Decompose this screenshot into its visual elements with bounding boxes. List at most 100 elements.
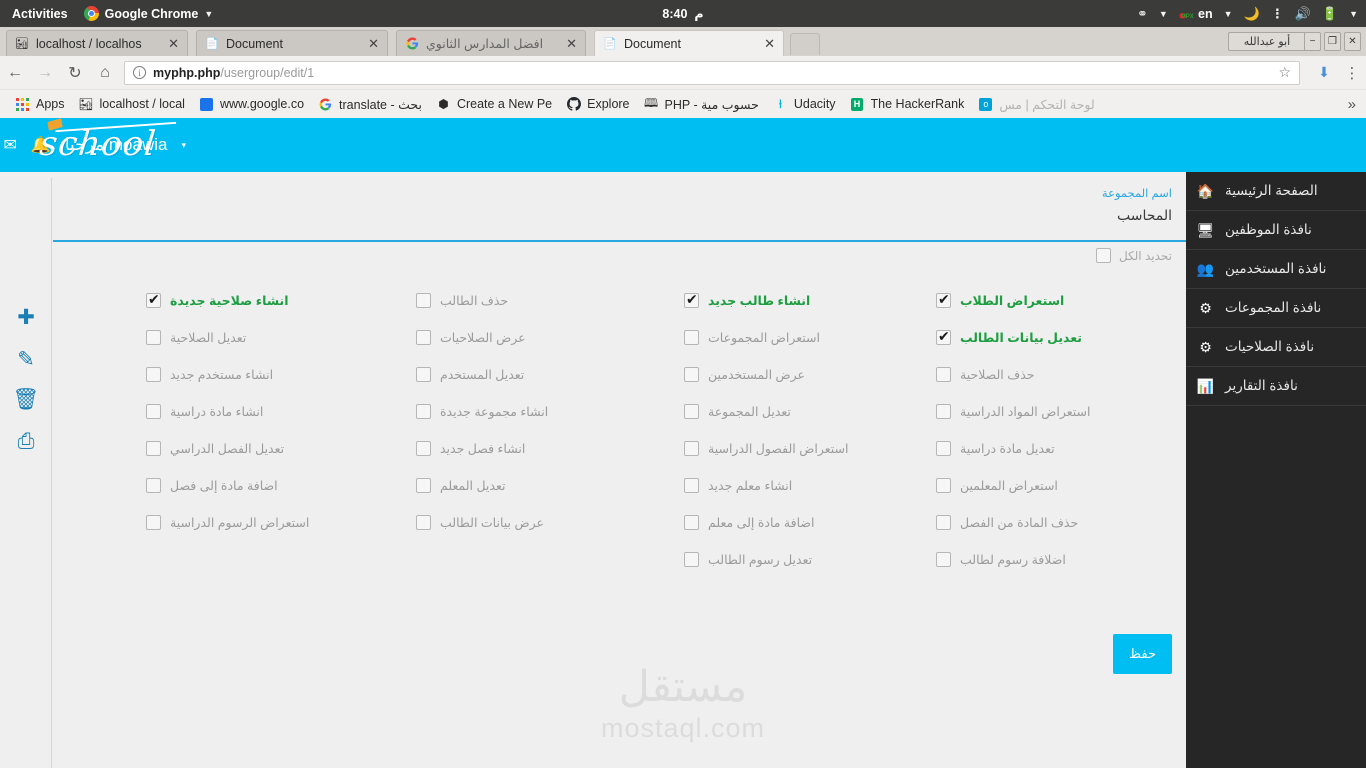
browser-tab-active[interactable]: 📄 Document ✕ [594,30,784,56]
permission-row[interactable]: تعديل الفصل الدراسي [146,430,396,467]
permission-checkbox[interactable] [416,367,431,382]
maximize-button[interactable]: ❐ [1324,32,1341,51]
permission-checkbox[interactable] [684,478,699,493]
permission-row[interactable]: استعراض المجموعات [684,319,934,356]
permission-checkbox[interactable] [146,293,161,308]
permission-row[interactable]: استعراض الفصول الدراسية [684,430,934,467]
bookmark-item[interactable]: translate - بحث [311,97,429,112]
browser-tab[interactable]: افضل المدارس الثانوي ✕ [396,30,586,56]
bookmark-apps[interactable]: Apps [8,97,72,112]
permission-row[interactable]: استعراض الطلاب [936,282,1186,319]
bookmark-item[interactable]: www.google.co [192,97,311,112]
close-icon[interactable]: ✕ [756,36,775,52]
sidebar-item-groups[interactable]: ⚙ نافذة المجموعات [1186,289,1366,328]
battery-icon[interactable]: 🔋 [1322,7,1338,20]
permission-row[interactable]: اضلافة رسوم لطالب [936,541,1186,578]
delete-icon[interactable]: 🗑 [0,388,52,412]
permission-row[interactable]: تعديل المستخدم [416,356,666,393]
permission-checkbox[interactable] [416,293,431,308]
permission-row[interactable]: تعديل مادة دراسية [936,430,1186,467]
bookmark-item[interactable]: o لوحة التحكم | مس [971,97,1101,112]
permission-row[interactable]: اضافة مادة إلى فصل [146,467,396,504]
browser-tab[interactable]: 📄 Document ✕ [196,30,388,56]
permission-checkbox[interactable] [936,552,951,567]
home-icon[interactable]: ⌂ [90,64,120,82]
download-icon[interactable]: ⬇ [1310,64,1338,81]
permission-row[interactable]: انشاء معلم جديد [684,467,934,504]
bookmark-item[interactable]: 🏜 localhost / local [72,97,192,112]
keyboard-layout-label[interactable]: en [1198,7,1213,21]
bookmark-item[interactable]: Explore [559,97,636,112]
print-icon[interactable]: ⎙ [0,430,52,454]
active-app-menu[interactable]: Google Chrome ▼ [78,6,220,21]
chevron-down-icon[interactable]: ▼ [1349,9,1358,19]
chevron-down-icon[interactable]: ▼ [1159,9,1168,19]
sidebar-item-users[interactable]: 👥 نافذة المستخدمين [1186,250,1366,289]
permission-row[interactable]: استعراض الرسوم الدراسية [146,504,396,541]
permission-checkbox[interactable] [684,441,699,456]
permission-row[interactable]: عرض المستخدمين [684,356,934,393]
permission-row[interactable]: تعديل المعلم [416,467,666,504]
permission-row[interactable]: حذف الطالب [416,282,666,319]
permission-checkbox[interactable] [146,330,161,345]
bookmark-star-icon[interactable]: ☆ [1278,64,1291,81]
permission-checkbox[interactable] [936,404,951,419]
permission-checkbox[interactable] [936,293,951,308]
accessibility-icon[interactable]: ⚭ [1137,7,1148,20]
permission-checkbox[interactable] [146,515,161,530]
bookmark-item[interactable]: ⍿ Udacity [766,97,843,112]
permission-checkbox[interactable] [684,515,699,530]
permission-checkbox[interactable] [416,478,431,493]
permission-row[interactable]: تعديل الصلاحية [146,319,396,356]
bookmark-item[interactable]: ⬢ Create a New Pe [429,97,559,112]
permission-row[interactable]: استعراض المواد الدراسية [936,393,1186,430]
permission-checkbox[interactable] [936,367,951,382]
bookmarks-overflow-button[interactable]: » [1338,96,1366,113]
close-icon[interactable]: ✕ [160,36,179,52]
permission-row[interactable]: حذف الصلاحية [936,356,1186,393]
permission-checkbox[interactable] [684,552,699,567]
permission-row[interactable]: عرض بيانات الطالب [416,504,666,541]
permission-row[interactable]: اضافة مادة إلى معلم [684,504,934,541]
sidebar-item-permissions[interactable]: ⚙ نافذة الصلاحيات [1186,328,1366,367]
close-icon[interactable]: ✕ [558,36,577,52]
permission-checkbox[interactable] [416,441,431,456]
night-mode-icon[interactable]: 🌙 [1244,7,1260,20]
chrome-menu-icon[interactable]: ⋮ [1338,64,1366,82]
permission-row[interactable]: عرض الصلاحيات [416,319,666,356]
chevron-down-icon[interactable]: ▼ [1224,9,1233,19]
permission-checkbox[interactable] [684,293,699,308]
permission-row[interactable]: انشاء صلاحية جديدة [146,282,396,319]
permission-row[interactable]: تعديل بيانات الطالب [936,319,1186,356]
permission-checkbox[interactable] [936,330,951,345]
permission-checkbox[interactable] [146,404,161,419]
address-bar[interactable]: i myphp.php/usergroup/edit/1 ☆ [124,61,1300,85]
bookmark-item[interactable]: H The HackerRank [843,97,972,112]
permission-row[interactable]: تعديل رسوم الطالب [684,541,934,578]
add-icon[interactable]: ✚ [0,305,52,330]
network-icon[interactable]: ⋮ [1271,7,1284,20]
bookmark-item[interactable]: 🕮 PHP - حسوب مية [637,97,766,112]
os-clock[interactable]: 8:40 م [662,6,703,21]
close-icon[interactable]: ✕ [360,36,379,52]
permission-row[interactable]: انشاء طالب جديد [684,282,934,319]
activities-button[interactable]: Activities [0,7,78,21]
minimize-button[interactable]: − [1304,32,1321,51]
sidebar-item-home[interactable]: 🏠 الصفحة الرئيسية [1186,172,1366,211]
save-button[interactable]: حفظ [1113,634,1172,674]
permission-checkbox[interactable] [416,404,431,419]
sidebar-item-reports[interactable]: 📊 نافذة التقارير [1186,367,1366,406]
permission-checkbox[interactable] [936,515,951,530]
envelope-icon[interactable]: ✉ [4,135,17,155]
permission-row[interactable]: تعديل المجموعة [684,393,934,430]
permission-row[interactable]: حذف المادة من الفصل [936,504,1186,541]
select-all-row[interactable]: تحديد الكل [1096,248,1172,263]
permission-checkbox[interactable] [416,330,431,345]
mpx-icon[interactable]: ەMPX [1179,5,1187,22]
permission-checkbox[interactable] [684,330,699,345]
permission-row[interactable]: انشاء مستخدم جديد [146,356,396,393]
permission-row[interactable]: انشاء مادة دراسية [146,393,396,430]
reload-icon[interactable]: ↻ [60,63,90,83]
forward-button[interactable]: → [30,64,60,82]
back-button[interactable]: ← [0,64,30,82]
